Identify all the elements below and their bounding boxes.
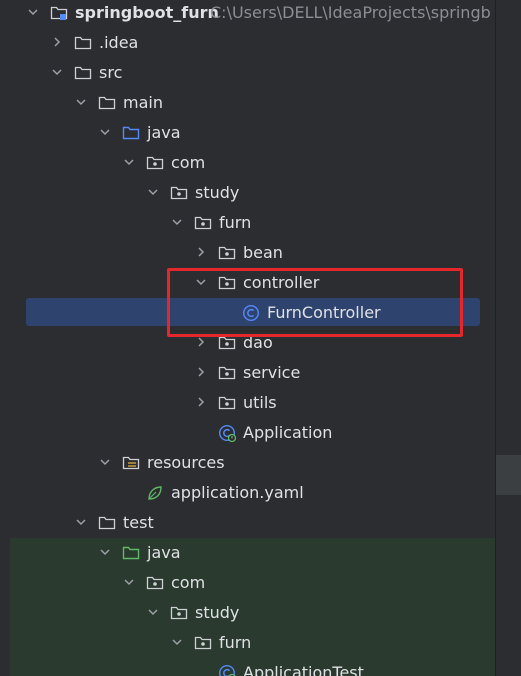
tree-item-label: java (147, 543, 181, 562)
tree-item-idea[interactable]: .idea (0, 28, 495, 58)
tree-item-label: service (243, 363, 301, 382)
tree-item-label: bean (243, 243, 283, 262)
tree-item-label: java (147, 123, 181, 142)
package-icon (194, 628, 212, 658)
tree-item-label: furn (219, 213, 252, 232)
spring-boot-class-icon (218, 418, 236, 448)
chevron-right-icon[interactable] (194, 388, 208, 418)
tree-item-furn[interactable]: furn (0, 628, 495, 658)
tree-item-label: main (123, 93, 163, 112)
package-icon (218, 238, 236, 268)
chevron-down-icon[interactable] (74, 508, 88, 538)
tree-item-resources[interactable]: resources (0, 448, 495, 478)
chevron-down-icon[interactable] (170, 208, 184, 238)
package-icon (194, 208, 212, 238)
chevron-down-icon[interactable] (146, 598, 160, 628)
folder-icon (74, 28, 92, 58)
chevron-down-icon[interactable] (26, 0, 40, 28)
chevron-down-icon[interactable] (98, 538, 112, 568)
chevron-right-icon[interactable] (194, 238, 208, 268)
tree-item-label: ApplicationTest (243, 663, 364, 676)
chevron-down-icon[interactable] (122, 568, 136, 598)
chevron-down-icon[interactable] (122, 148, 136, 178)
test-source-root-folder-icon (122, 538, 140, 568)
tree-item-bean[interactable]: bean (0, 238, 495, 268)
tree-item-application[interactable]: Application (0, 418, 495, 448)
chevron-down-icon[interactable] (74, 88, 88, 118)
spring-yaml-icon (146, 478, 164, 508)
chevron-down-icon[interactable] (98, 448, 112, 478)
folder-icon (98, 88, 116, 118)
tree-item-src[interactable]: src (0, 58, 495, 88)
package-icon (218, 358, 236, 388)
tree-item-furn[interactable]: furn (0, 208, 495, 238)
tree-item-service[interactable]: service (0, 358, 495, 388)
project-tree-panel: springboot_furn C:\Users\DELL\IdeaProject… (0, 0, 495, 676)
chevron-down-icon[interactable] (50, 58, 64, 88)
package-icon (146, 568, 164, 598)
chevron-down-icon[interactable] (170, 628, 184, 658)
project-path: C:\Users\DELL\IdeaProjects\springb (210, 3, 491, 22)
tree-item-java[interactable]: java (0, 538, 495, 568)
folder-icon (98, 508, 116, 538)
package-icon (170, 178, 188, 208)
package-icon (146, 148, 164, 178)
folder-icon (74, 58, 92, 88)
tree-item-label: test (123, 513, 154, 532)
tree-item-label: study (195, 183, 240, 202)
tree-item-java[interactable]: java (0, 118, 495, 148)
tree-item-label: utils (243, 393, 277, 412)
annotation-highlight-box (167, 268, 463, 337)
tree-item-applicationtest[interactable]: ApplicationTest (0, 658, 495, 676)
gutter-block (496, 455, 521, 495)
tree-item-label: Application (243, 423, 333, 442)
tree-item-test[interactable]: test (0, 508, 495, 538)
tree-item-application-yaml[interactable]: application.yaml (0, 478, 495, 508)
editor-gutter-strip (495, 0, 521, 676)
tree-item-study[interactable]: study (0, 598, 495, 628)
chevron-down-icon[interactable] (146, 178, 160, 208)
tree-item-label: springboot_furn (75, 3, 219, 22)
chevron-down-icon[interactable] (98, 118, 112, 148)
source-root-folder-icon (122, 118, 140, 148)
chevron-right-icon[interactable] (50, 28, 64, 58)
package-icon (218, 388, 236, 418)
tree-item-label: src (99, 63, 123, 82)
tree-item-label: .idea (99, 33, 139, 52)
chevron-right-icon[interactable] (194, 358, 208, 388)
tree-item-label: com (171, 573, 206, 592)
tree-item-com[interactable]: com (0, 568, 495, 598)
spring-boot-class-icon (218, 658, 236, 676)
tree-item-label: study (195, 603, 240, 622)
tree-item-study[interactable]: study (0, 178, 495, 208)
tree-item-main[interactable]: main (0, 88, 495, 118)
tree-item-label: furn (219, 633, 252, 652)
tree-item-label: com (171, 153, 206, 172)
package-icon (170, 598, 188, 628)
tree-item-springboot-furn[interactable]: springboot_furn C:\Users\DELL\IdeaProject… (0, 0, 495, 28)
resources-folder-icon (122, 448, 140, 478)
tree-item-com[interactable]: com (0, 148, 495, 178)
module-folder-icon (50, 0, 68, 28)
tree-item-label: application.yaml (171, 483, 304, 502)
tree-item-label: resources (147, 453, 225, 472)
tree-item-utils[interactable]: utils (0, 388, 495, 418)
